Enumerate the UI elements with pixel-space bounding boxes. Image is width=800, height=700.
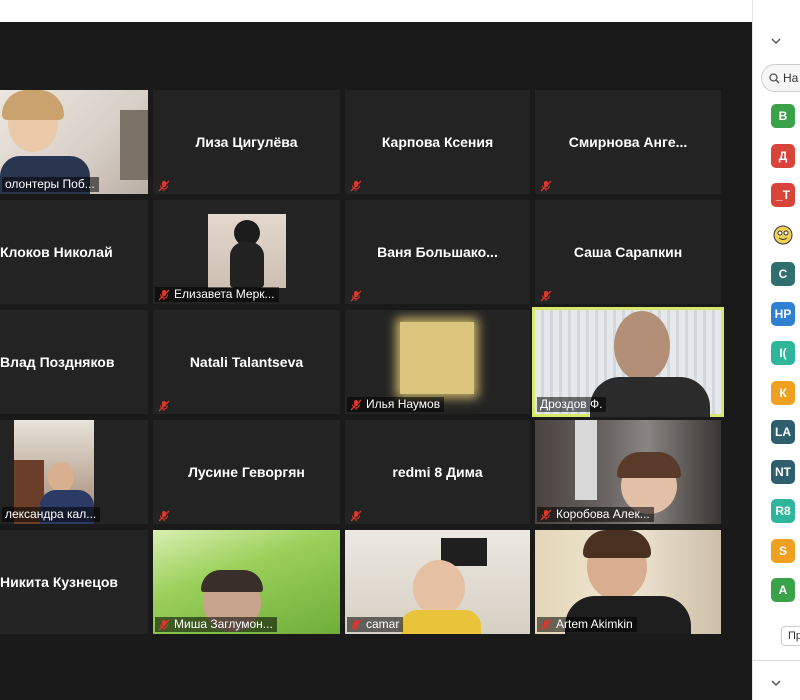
sidebar-divider	[753, 660, 800, 661]
participant-name: Ваня Большако...	[377, 244, 498, 260]
participant-search[interactable]: На	[761, 64, 800, 92]
participant-name-tag: camar	[347, 617, 404, 632]
participant-name-tag	[155, 510, 174, 522]
video-tile[interactable]: Лусине Геворгян	[153, 420, 340, 524]
participant-name: Влад Поздняков	[0, 354, 115, 370]
participant-hair	[201, 570, 263, 592]
participant-window	[575, 420, 597, 500]
participant-avatar[interactable]: С	[771, 262, 795, 286]
muted-mic-icon	[158, 510, 170, 522]
video-tile[interactable]: лександра кал...	[0, 420, 148, 524]
participant-avatar-image	[208, 214, 286, 288]
participant-name: Клоков Николай	[0, 244, 113, 260]
muted-mic-icon	[350, 399, 362, 410]
participant-avatar[interactable]: _Т	[771, 183, 795, 207]
muted-mic-icon	[350, 619, 362, 630]
muted-mic-icon	[540, 509, 552, 520]
participant-avatar[interactable]: R8	[771, 499, 795, 523]
video-tile-active-speaker[interactable]: Дроздов Ф.	[532, 307, 724, 417]
muted-mic-icon	[350, 290, 362, 302]
muted-mic-icon	[350, 510, 362, 522]
participant-avatar[interactable]: LA	[771, 420, 795, 444]
video-tile[interactable]: Клоков Николай	[0, 200, 148, 304]
participant-name: Лиза Цигулёва	[195, 134, 298, 150]
participant-name-tag	[155, 400, 174, 412]
participant-name-tag	[537, 290, 556, 302]
participant-name-tag: лександра кал...	[2, 507, 101, 522]
video-tile[interactable]: Миша Заглумон...	[153, 530, 340, 634]
video-tile[interactable]: Ваня Большако...	[345, 200, 530, 304]
participant-face	[614, 311, 670, 381]
participant-name-tag: Елизавета Мерк...	[155, 287, 279, 302]
participants-panel: На В Д _Т С HP I( К LA NT R8 S А Пр	[752, 0, 800, 700]
video-tile[interactable]: Natali Talantseva	[153, 310, 340, 414]
video-tile[interactable]: redmi 8 Дима	[345, 420, 530, 524]
video-tile[interactable]: Смирнова Анге...	[535, 90, 721, 194]
search-input-text: На	[783, 71, 799, 85]
muted-mic-icon	[158, 289, 170, 300]
participant-name: Никита Кузнецов	[0, 574, 118, 590]
participant-avatar[interactable]: А	[771, 578, 795, 602]
video-tile[interactable]: Artem Akimkin	[535, 530, 721, 634]
gallery-view: олонтеры Поб... Лиза Цигулёва Карпова Кс…	[0, 22, 752, 700]
participant-hair	[617, 452, 681, 478]
muted-mic-icon	[158, 619, 170, 630]
participant-name-tag	[537, 180, 556, 192]
participant-name: Карпова Ксения	[381, 134, 494, 150]
participant-avatar[interactable]: К	[771, 381, 795, 405]
video-tile[interactable]: camar	[345, 530, 530, 634]
participant-avatar[interactable]: Д	[771, 144, 795, 168]
video-tile[interactable]: Саша Сарапкин	[535, 200, 721, 304]
video-tile[interactable]: Карпова Ксения	[345, 90, 530, 194]
participant-avatar[interactable]: HP	[771, 302, 795, 326]
participant-name: Лусине Геворгян	[188, 464, 305, 480]
participant-avatar[interactable]: NT	[771, 460, 795, 484]
participant-body	[590, 377, 710, 417]
muted-mic-icon	[158, 400, 170, 412]
participant-avatar[interactable]: В	[771, 104, 795, 128]
participant-avatar[interactable]: S	[771, 539, 795, 563]
video-tile[interactable]: Влад Поздняков	[0, 310, 148, 414]
participant-face	[413, 560, 465, 616]
video-tile[interactable]: Илья Наумов	[345, 310, 530, 414]
video-tile[interactable]: Коробова Алек...	[535, 420, 721, 524]
participant-name-tag: Миша Заглумон...	[155, 617, 277, 632]
participant-name-tag: Artem Akimkin	[537, 617, 637, 632]
participant-avatar-emoji[interactable]	[771, 223, 795, 247]
participants-more-button[interactable]: Пр	[781, 626, 800, 646]
cat-body	[230, 242, 264, 288]
participant-avatar-image	[400, 322, 474, 394]
participant-name: redmi 8 Дима	[392, 464, 483, 480]
participant-body	[401, 610, 481, 634]
participant-name-tag: олонтеры Поб...	[2, 177, 99, 192]
participant-name: Natali Talantseva	[189, 354, 304, 370]
participant-name: Смирнова Анге...	[568, 134, 688, 150]
chevron-down-icon[interactable]	[769, 676, 783, 690]
muted-mic-icon	[158, 180, 170, 192]
chevron-down-icon[interactable]	[769, 34, 783, 48]
participant-name-tag	[347, 510, 366, 522]
participant-name-tag	[155, 180, 174, 192]
video-tile[interactable]: Никита Кузнецов	[0, 530, 148, 634]
participant-name-tag	[347, 180, 366, 192]
participant-video-window	[120, 110, 148, 180]
participant-name-tag: Коробова Алек...	[537, 507, 654, 522]
participant-face	[48, 462, 74, 492]
emoji-avatar-icon	[773, 225, 793, 245]
video-tile[interactable]: Лиза Цигулёва	[153, 90, 340, 194]
participant-name-tag: Дроздов Ф.	[537, 397, 607, 412]
muted-mic-icon	[540, 180, 552, 192]
muted-mic-icon	[540, 290, 552, 302]
search-icon	[769, 72, 780, 83]
muted-mic-icon	[540, 619, 552, 630]
video-tile[interactable]: олонтеры Поб...	[0, 90, 148, 194]
window-top-bar	[0, 0, 752, 22]
video-tile[interactable]: Елизавета Мерк...	[153, 200, 340, 304]
participant-name: Саша Сарапкин	[573, 244, 683, 260]
participant-hair	[583, 530, 651, 558]
muted-mic-icon	[350, 180, 362, 192]
participant-name-tag	[347, 290, 366, 302]
participant-avatar[interactable]: I(	[771, 341, 795, 365]
participant-name-tag: Илья Наумов	[347, 397, 445, 412]
